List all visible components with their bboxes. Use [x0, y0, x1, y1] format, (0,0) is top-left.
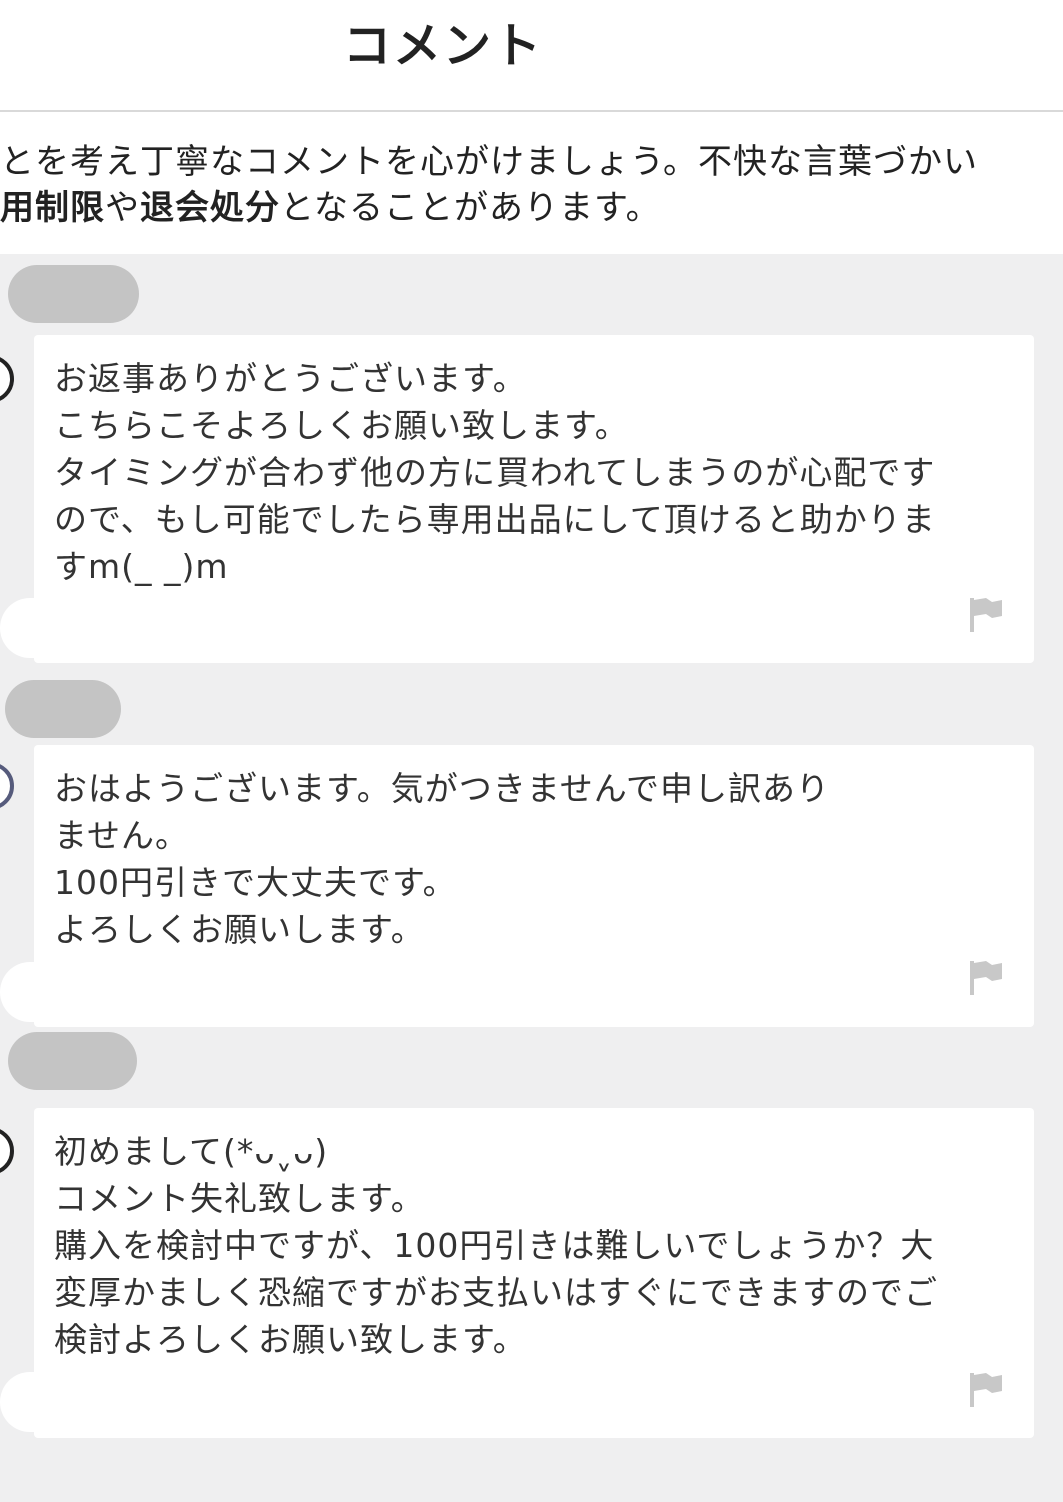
commenter-name-redacted	[8, 1032, 137, 1090]
header-bar: コメント	[0, 0, 1063, 112]
bubble-tail	[0, 962, 60, 1022]
comment-text: おはようございます。気がつきませんで申し訳あり ません。 100円引きで大丈夫で…	[54, 769, 831, 949]
commenter-name-redacted	[5, 680, 121, 738]
page-title: コメント	[342, 18, 543, 74]
bubble-tail	[0, 1372, 60, 1432]
notice-bold-account-termination: 退会処分	[140, 188, 280, 228]
comment-bubble: おはようございます。気がつきませんで申し訳あり ません。 100円引きで大丈夫で…	[34, 745, 1034, 1027]
notice-connector: や	[105, 188, 140, 228]
notice-line-2: 用制限や退会処分となることがあります。	[0, 184, 661, 232]
comment-text: お返事ありがとうございます。 こちらこそよろしくお願い致します。 タイミングが合…	[54, 359, 936, 586]
avatar[interactable]	[0, 1127, 14, 1175]
comment-bubble: お返事ありがとうございます。 こちらこそよろしくお願い致します。 タイミングが合…	[34, 335, 1034, 663]
commenter-name-redacted	[8, 265, 139, 323]
comment-text: 初めまして(*ᴗˬᴗ) コメント失礼致します。 購入を検討中ですが、100円引き…	[54, 1132, 938, 1359]
avatar[interactable]	[0, 355, 14, 403]
avatar[interactable]	[0, 762, 14, 810]
flag-icon[interactable]	[966, 595, 1006, 635]
comment-bubble: 初めまして(*ᴗˬᴗ) コメント失礼致します。 購入を検討中ですが、100円引き…	[34, 1108, 1034, 1438]
flag-icon[interactable]	[966, 958, 1006, 998]
notice-line-1: とを考え丁寧なコメントを心がけましょう。不快な言葉づかい	[0, 142, 978, 182]
comment-guideline-notice: とを考え丁寧なコメントを心がけましょう。不快な言葉づかい 用制限や退会処分となる…	[0, 112, 1063, 254]
flag-icon[interactable]	[966, 1370, 1006, 1410]
bubble-tail	[0, 598, 60, 658]
notice-bold-usage-restriction: 用制限	[0, 188, 105, 228]
notice-tail: となることがあります。	[280, 188, 661, 228]
